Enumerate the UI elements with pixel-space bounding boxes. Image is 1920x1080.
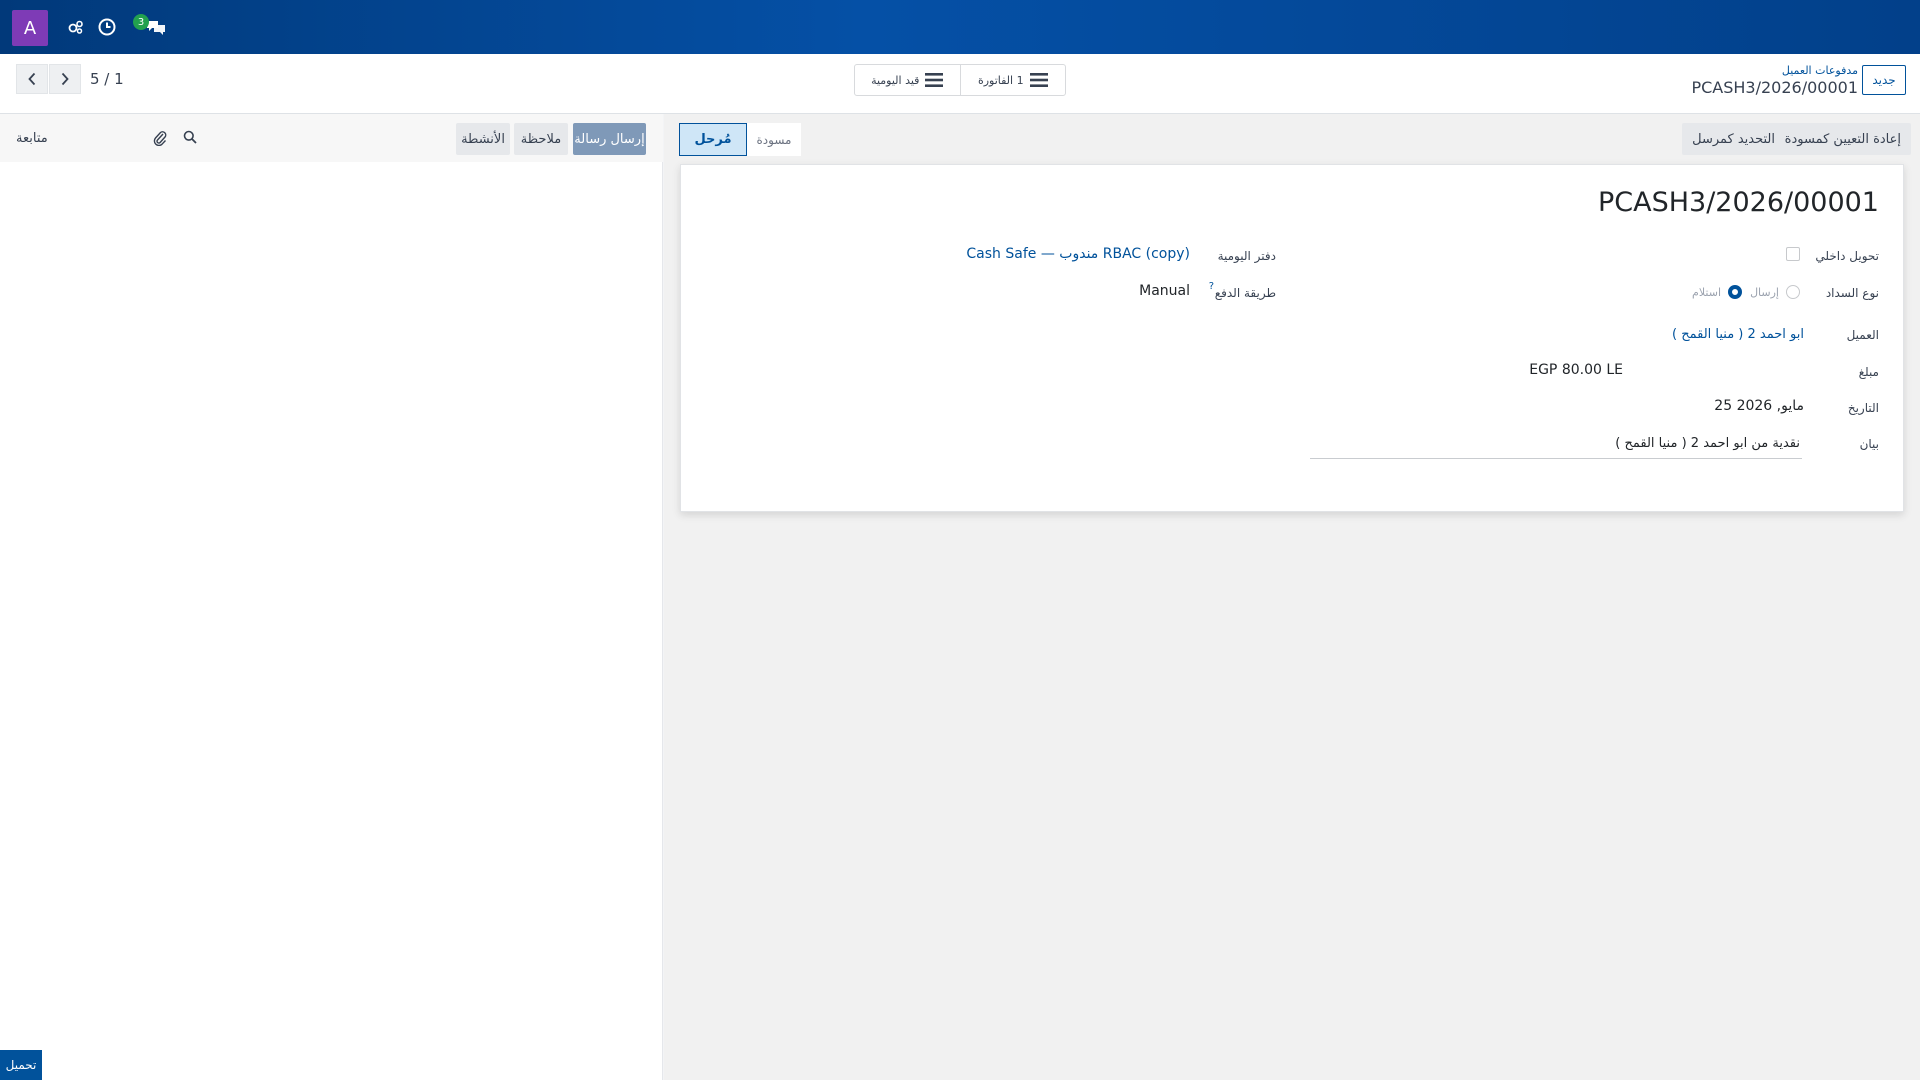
chatter-topbar: إرسال رسالة ملاحظة الأنشطة متابعة [0, 114, 663, 162]
payment-type-label: نوع السداد [1825, 286, 1879, 300]
customer-label: العميل [1846, 328, 1879, 342]
smart-buttons: 1 الفاتورة قيد اليومية [854, 64, 1066, 96]
send-message-button[interactable]: إرسال رسالة [573, 123, 646, 155]
chatter-panel: إرسال رسالة ملاحظة الأنشطة متابعة تحميل [0, 114, 663, 1080]
stage-draft[interactable]: مسودة [747, 123, 801, 156]
list-icon [925, 73, 944, 87]
chevron-right-icon [61, 72, 69, 86]
payment-method-label: طريقة الدفع [1214, 286, 1276, 300]
reset-to-draft-button[interactable]: إعادة التعيين كمسودة [1774, 123, 1911, 155]
clock-icon[interactable] [94, 14, 120, 40]
amount-label: مبلغ [1858, 365, 1879, 379]
invoice-smart-label: 1 الفاتورة [977, 73, 1024, 87]
date-field[interactable]: 25 مايو, 2026 [1714, 398, 1804, 414]
bug-icon[interactable] [63, 14, 89, 40]
chat-count-badge: 3 [133, 14, 149, 30]
loading-indicator: تحميل [0, 1050, 42, 1080]
journal-field[interactable]: Cash Safe — مندوب RBAC (copy) [966, 246, 1190, 262]
breadcrumb-customer-payments[interactable]: مدفوعات العميل [1782, 64, 1858, 77]
stage-posted[interactable]: مُرحل [679, 123, 747, 156]
activities-button[interactable]: الأنشطة [456, 123, 510, 155]
journal-entry-smart-label: قيد اليومية [871, 73, 920, 87]
chevron-left-icon [28, 72, 36, 86]
internal-transfer-checkbox[interactable] [1786, 247, 1800, 261]
form-area: إعادة التعيين كمسودة التحديد كمرسل مسودة… [664, 114, 1920, 1080]
mark-as-sent-button[interactable]: التحديد كمرسل [1682, 123, 1785, 155]
log-note-button[interactable]: ملاحظة [514, 123, 568, 155]
internal-transfer-label: تحويل داخلي [1815, 249, 1879, 263]
memo-label: بيان [1859, 437, 1879, 451]
journal-label: دفتر اليومية [1217, 249, 1276, 263]
breadcrumb-current-record: PCASH3/2026/00001 [1691, 78, 1858, 97]
follow-button[interactable]: متابعة [16, 131, 48, 146]
invoice-smart-button[interactable]: 1 الفاتورة [961, 65, 1066, 95]
date-label: التاريخ [1847, 401, 1879, 415]
customer-field[interactable]: ابو احمد 2 ( منيا القمح ) [1672, 327, 1804, 342]
memo-field[interactable]: نقدية من ابو احمد 2 ( منيا القمح ) [1615, 436, 1800, 451]
pager-next-button[interactable] [49, 64, 81, 94]
payment-type-send-label: إرسال [1750, 286, 1779, 299]
control-panel: 5 / 1 1 الفاتورة قيد اليومية مدفوعات الع… [0, 54, 1920, 114]
pager-previous-button[interactable] [16, 64, 48, 94]
top-navbar: A 3 [0, 0, 1920, 54]
pager-counter[interactable]: 5 / 1 [90, 70, 124, 88]
memo-underline [1310, 458, 1802, 459]
form-sheet: PCASH3/2026/00001 تحويل داخلي نوع السداد… [680, 164, 1904, 512]
payment-type-receive-label: استلام [1692, 286, 1721, 299]
user-avatar[interactable]: A [12, 10, 48, 46]
payment-method-help-icon[interactable]: ? [1209, 281, 1214, 292]
new-record-button[interactable]: جديد [1862, 65, 1906, 95]
journal-entry-smart-button[interactable]: قيد اليومية [855, 65, 961, 95]
payment-title: PCASH3/2026/00001 [1597, 187, 1879, 218]
payment-method-field[interactable]: Manual [1139, 283, 1190, 299]
list-icon [1029, 73, 1048, 87]
payment-type-send-radio[interactable] [1786, 285, 1800, 299]
amount-field[interactable]: EGP 80.00 LE [1529, 362, 1623, 378]
payment-type-receive-radio[interactable] [1728, 285, 1742, 299]
search-icon[interactable] [183, 130, 197, 148]
paperclip-icon[interactable] [153, 130, 167, 150]
